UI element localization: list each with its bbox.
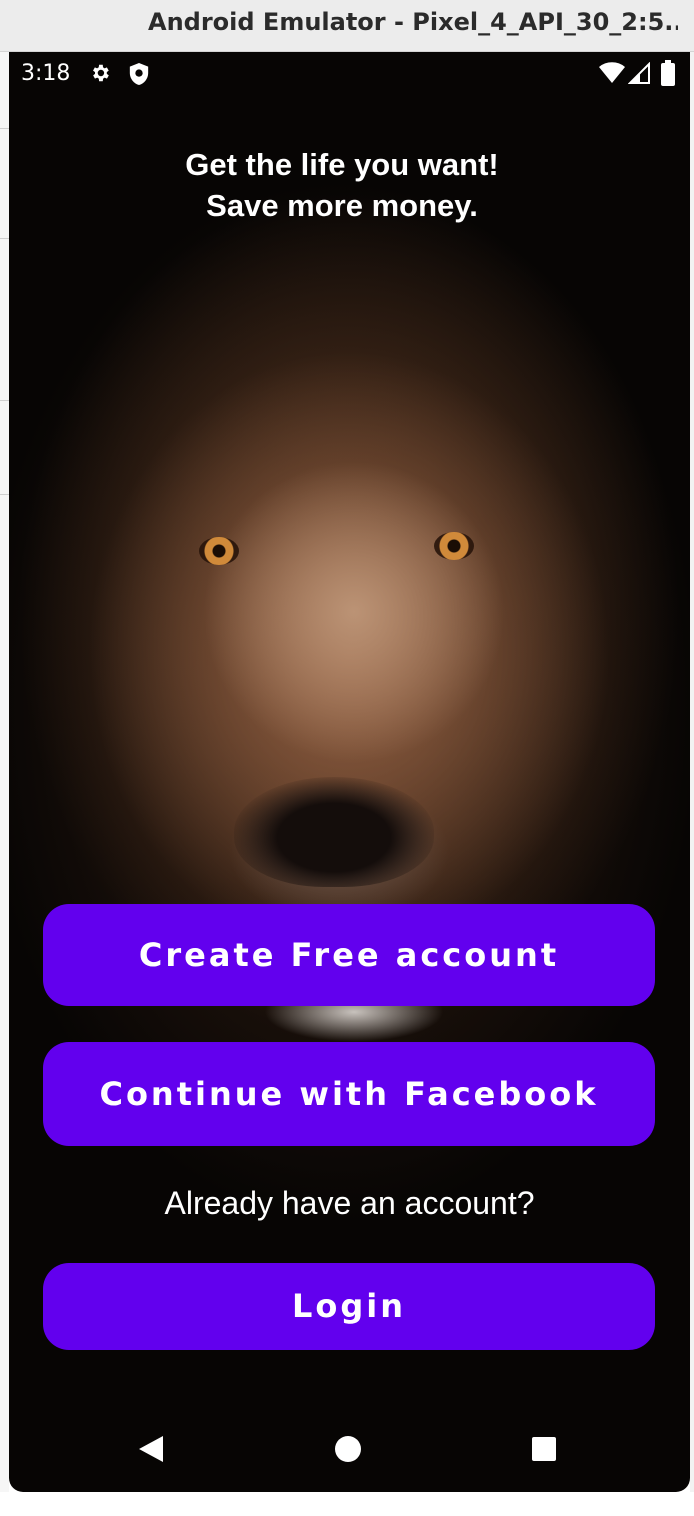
status-bar: 3:18 <box>9 52 690 96</box>
home-icon[interactable] <box>334 1435 362 1463</box>
lion-right-eye <box>434 532 474 560</box>
continue-with-facebook-button[interactable]: Continue with Facebook <box>43 1042 655 1146</box>
already-have-account-label: Already have an account? <box>164 1185 535 1221</box>
status-time: 3:18 <box>21 61 71 86</box>
phone-screen: 3:18 Get the life you want! Save more mo… <box>9 52 690 1492</box>
back-icon[interactable] <box>137 1434 165 1464</box>
recents-icon[interactable] <box>531 1436 557 1462</box>
emulator-title-bar: Android Emulator - Pixel_4_API_30_2:5... <box>0 0 694 52</box>
navigation-bar <box>9 1418 690 1492</box>
wifi-icon <box>599 62 625 83</box>
create-free-account-button[interactable]: Create Free account <box>43 904 655 1006</box>
gear-icon <box>93 64 109 82</box>
login-button[interactable]: Login <box>43 1263 655 1350</box>
lion-nose <box>234 777 434 887</box>
headline-text: Get the life you want! Save more money. <box>185 147 499 223</box>
signal-icon <box>628 62 650 84</box>
emulator-window-title: Android Emulator - Pixel_4_API_30_2:5... <box>148 8 678 36</box>
battery-icon <box>661 60 675 86</box>
background-window-edge <box>0 52 9 1492</box>
shield-icon <box>129 63 149 85</box>
background-window-edge-right <box>690 52 694 1492</box>
lion-left-eye <box>199 537 239 565</box>
headline: Get the life you want! Save more money. <box>9 144 675 226</box>
